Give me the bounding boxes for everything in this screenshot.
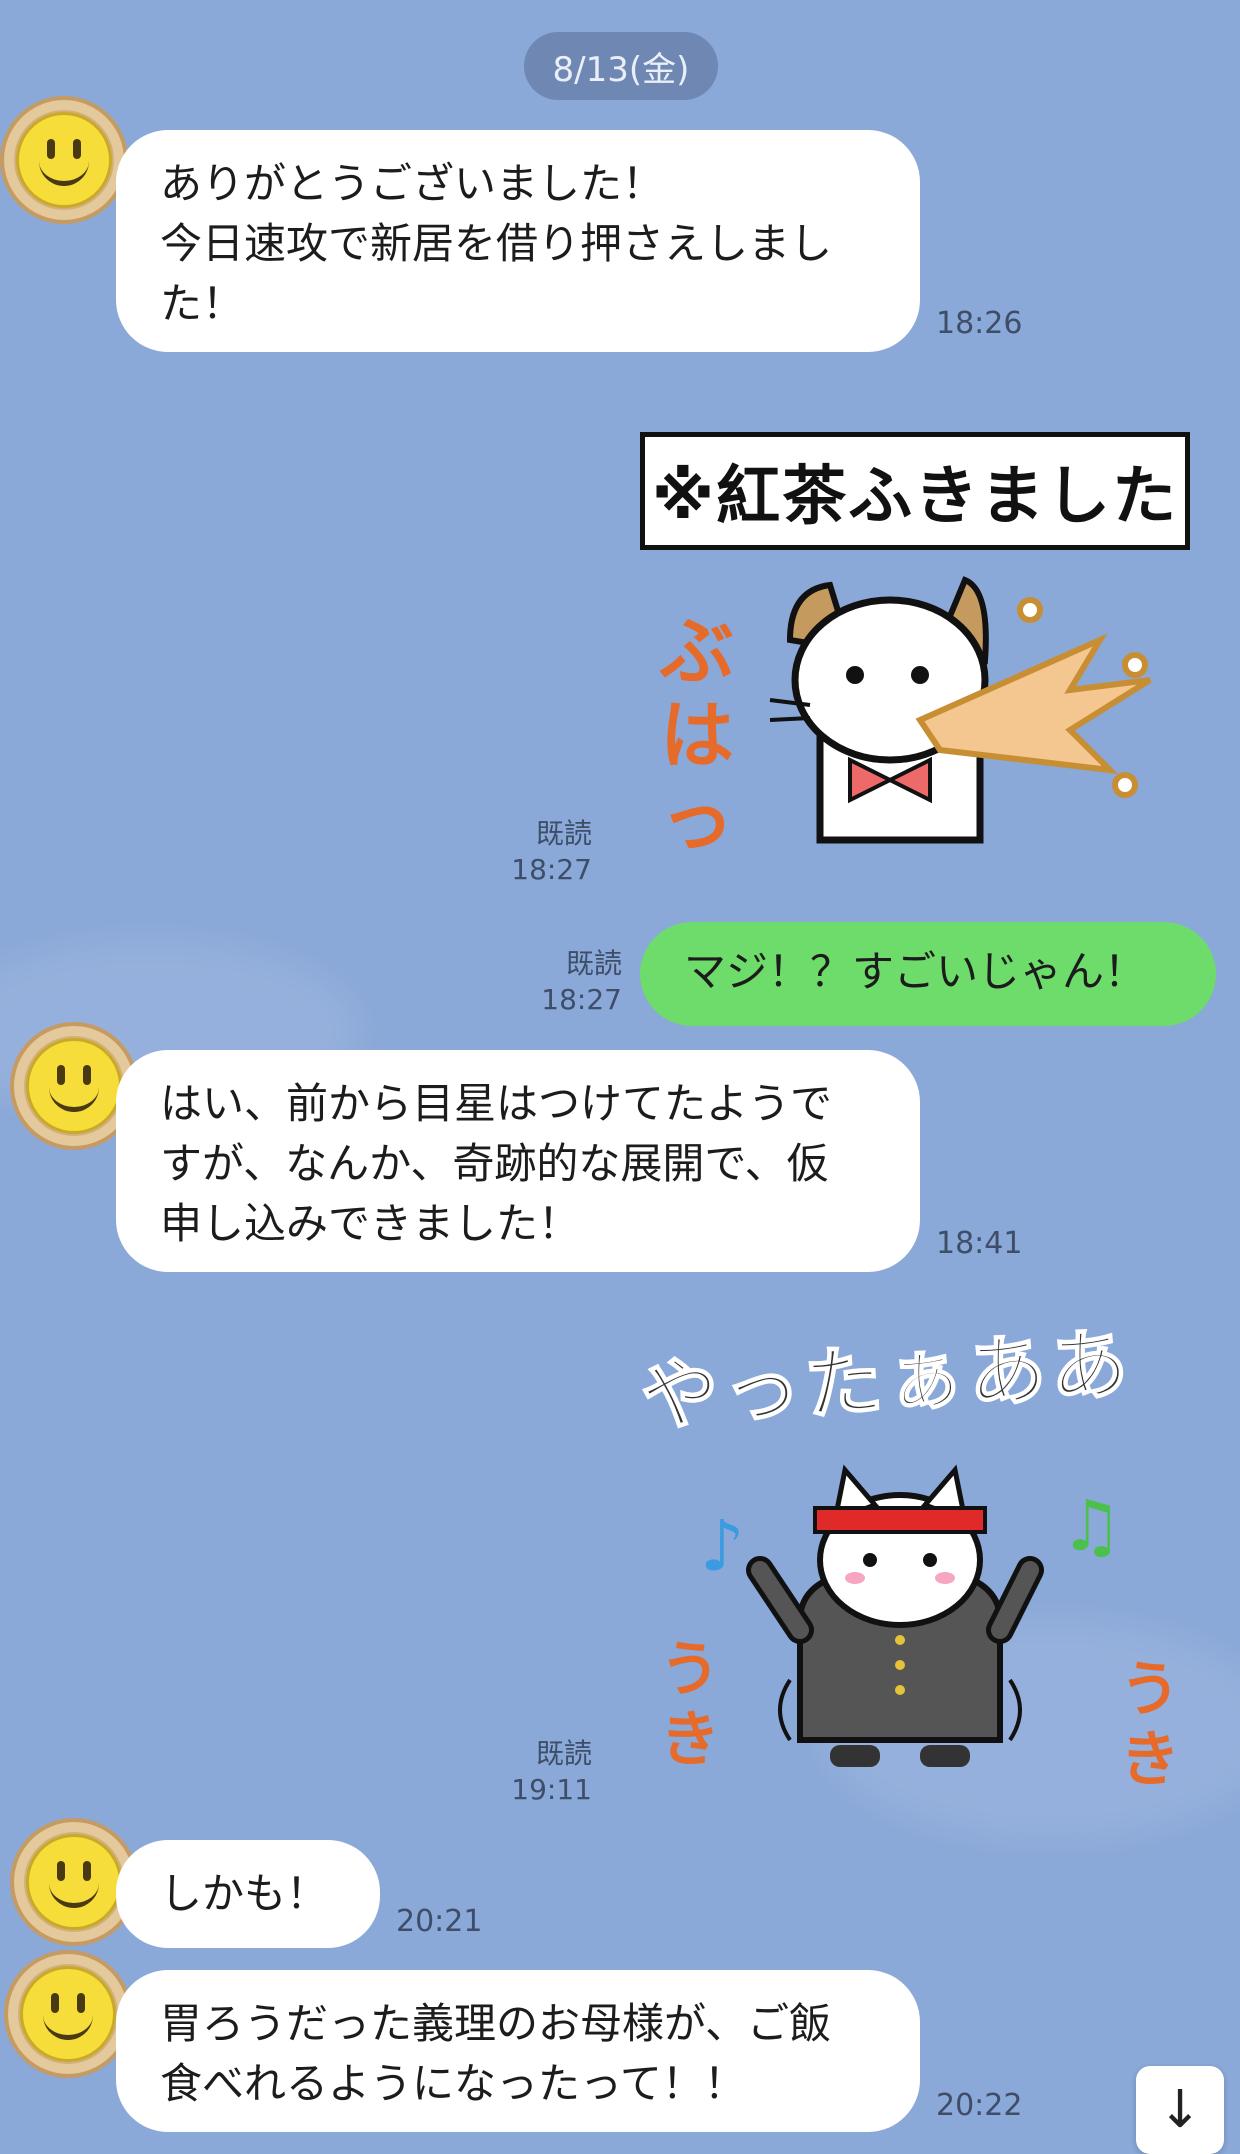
message-time: 20:22 [936,2088,1023,2123]
cat-sticker-image [769,576,1152,844]
message-time: 18:26 [936,306,1023,341]
sticker-cat-cheer[interactable]: うき うき ♪ ♫ [640,1460,1200,1800]
avatar[interactable] [4,1950,132,2078]
sticker-cat-spit-tea[interactable]: ぶはっ [640,570,1200,862]
scroll-to-bottom-button[interactable]: ↓ [1136,2066,1224,2154]
read-receipt: 既読 18:27 [511,817,592,886]
sticker-caption[interactable]: やったぁああ [637,1301,1136,1447]
message-bubble-sent[interactable]: マジ！？すごいじゃん！ [640,922,1216,1026]
message-bubble[interactable]: ありがとうございました！ 今日速攻で新居を借り押さえしまし た！ [116,130,920,352]
message-bubble[interactable]: はい、前から目星はつけてたようで すが、なんか、奇跡的な展開で、仮 申し込みでき… [116,1050,920,1272]
cat-sticker-image: ♪ ♫ [700,1464,1123,1767]
arrow-down-icon: ↓ [1158,2080,1202,2140]
sticker-caption[interactable]: ※紅茶ふきました [640,432,1190,550]
read-receipt: 既読 19:11 [511,1737,592,1806]
date-separator: 8/13(金) [524,32,718,100]
message-bubble[interactable]: しかも！ [116,1840,380,1948]
avatar[interactable] [0,96,128,224]
read-receipt: 既読 18:27 [541,947,622,1016]
svg-text:♫: ♫ [1060,1485,1123,1567]
message-time: 20:21 [396,1904,483,1939]
svg-text:♪: ♪ [700,1505,745,1587]
message-time: 18:41 [936,1226,1023,1261]
message-bubble[interactable]: 胃ろうだった義理のお母様が、ご飯 食べれるようになったって！！ [116,1970,920,2132]
